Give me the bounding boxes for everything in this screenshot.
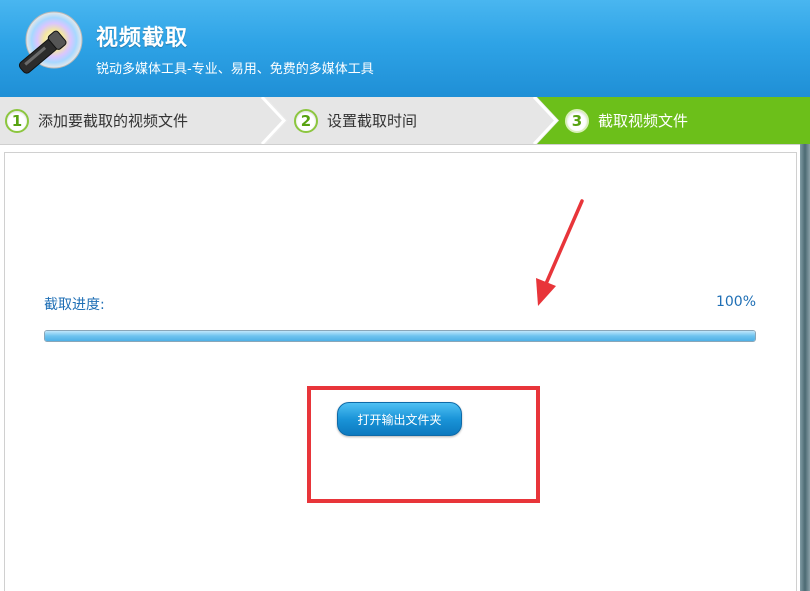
step-number-badge: 3 xyxy=(565,108,589,133)
step-2: 2 设置截取时间 xyxy=(294,97,417,144)
step-wizard: 1 添加要截取的视频文件 2 设置截取时间 3 截取视频文件 xyxy=(0,97,810,145)
step-3-active: 3 截取视频文件 xyxy=(565,97,688,144)
progress-bar-fill xyxy=(45,331,755,341)
step-1: 1 添加要截取的视频文件 xyxy=(5,97,188,144)
step-label: 截取视频文件 xyxy=(598,112,689,130)
step-number-badge: 2 xyxy=(294,108,318,133)
video-clip-window: 视频截取 锐动多媒体工具-专业、易用、免费的多媒体工具 1 添加要截取的视频文件… xyxy=(0,0,810,591)
cd-wand-icon xyxy=(18,11,83,74)
step-label: 设置截取时间 xyxy=(327,112,418,130)
highlight-box-annotation xyxy=(307,386,540,503)
background-edge xyxy=(800,144,810,591)
step-number-badge: 1 xyxy=(5,108,29,133)
content-panel xyxy=(4,152,797,591)
red-arrow-annotation xyxy=(536,199,584,306)
app-header: 视频截取 锐动多媒体工具-专业、易用、免费的多媒体工具 xyxy=(0,0,810,97)
progress-bar xyxy=(44,330,756,342)
app-title: 视频截取 xyxy=(96,26,189,51)
app-subtitle: 锐动多媒体工具-专业、易用、免费的多媒体工具 xyxy=(96,62,374,77)
progress-label: 截取进度: xyxy=(44,297,105,313)
progress-percent: 100% xyxy=(715,294,756,310)
step-label: 添加要截取的视频文件 xyxy=(38,112,189,130)
